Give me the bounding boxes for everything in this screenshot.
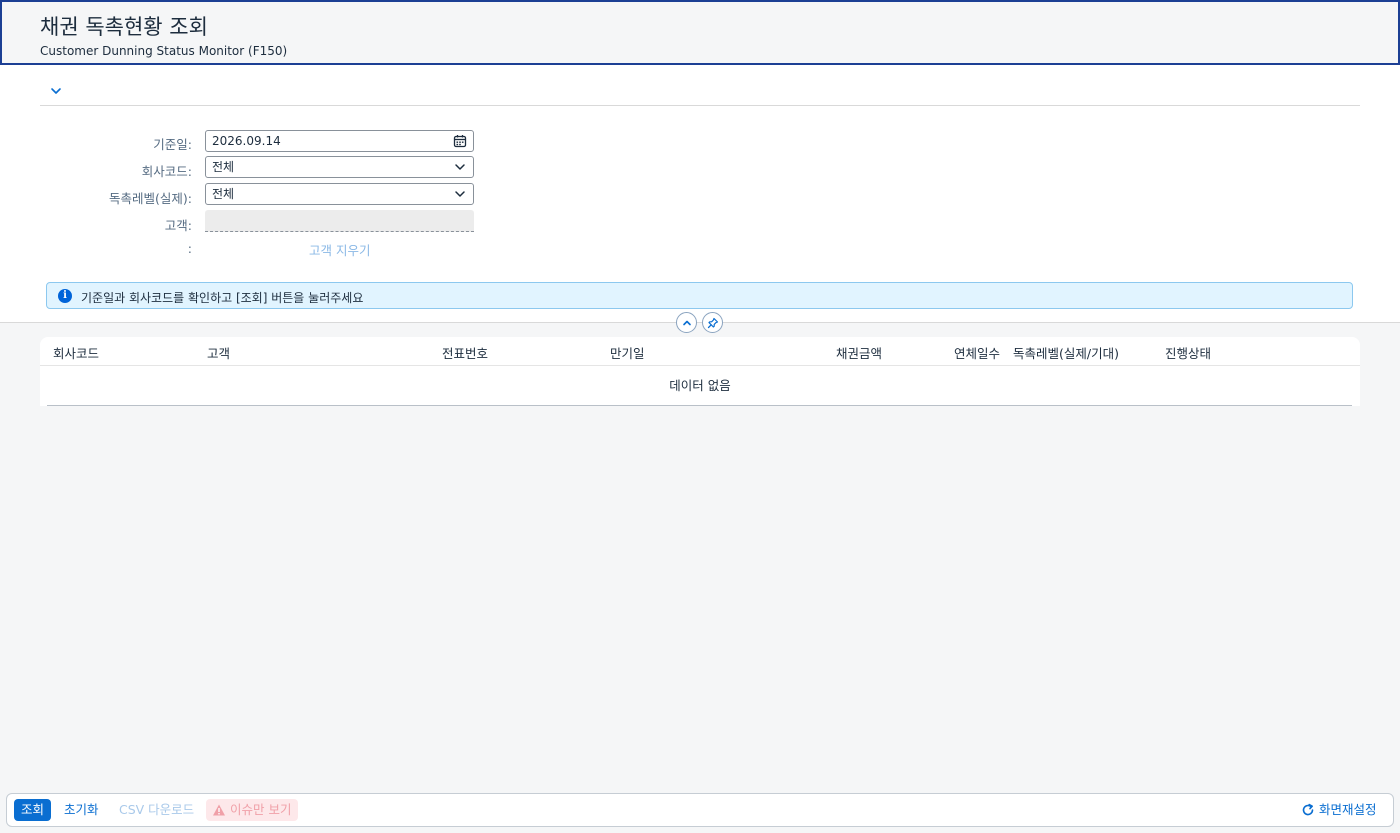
warning-icon xyxy=(213,804,225,816)
customer-extra-label: : xyxy=(187,241,192,256)
issues-only-button[interactable]: 이슈만 보기 xyxy=(206,799,299,821)
info-message-text: 기준일과 회사코드를 확인하고 [조회] 버튼을 눌러주세요 xyxy=(81,291,364,305)
footer-toolbar: 조회 초기화 CSV 다운로드 이슈만 보기 화면재설정 xyxy=(6,793,1394,827)
result-table: 회사코드 고객 전표번호 만기일 채권금액 연체일수 독촉레벨(실제/기대) 진… xyxy=(40,337,1360,406)
column-header-customer[interactable]: 고객 xyxy=(207,343,230,362)
dunning-level-select[interactable]: 전체 xyxy=(205,183,474,205)
column-header-company-code[interactable]: 회사코드 xyxy=(53,343,99,362)
issues-only-label: 이슈만 보기 xyxy=(230,802,292,817)
chevron-down-icon xyxy=(455,164,465,170)
table-header-row: 회사코드 고객 전표번호 만기일 채권금액 연체일수 독촉레벨(실제/기대) 진… xyxy=(40,337,1360,366)
base-date-input[interactable]: 2026.09.14 xyxy=(205,130,474,152)
customer-label: 고객: xyxy=(164,218,192,233)
customer-input xyxy=(205,210,474,232)
search-button[interactable]: 조회 xyxy=(14,799,52,821)
page-title: 채권 독촉현황 조회 xyxy=(40,15,208,39)
filter-divider xyxy=(40,105,1360,106)
refresh-icon xyxy=(1302,803,1314,816)
column-header-dunning-level[interactable]: 독촉레벨(실제/기대) xyxy=(1013,343,1119,362)
column-header-document-number[interactable]: 전표번호 xyxy=(442,343,488,362)
layout-reset-button[interactable]: 화면재설정 xyxy=(1297,799,1384,821)
layout-reset-label: 화면재설정 xyxy=(1319,802,1377,817)
table-empty-text: 데이터 없음 xyxy=(669,378,731,393)
csv-download-button[interactable]: CSV 다운로드 xyxy=(112,799,201,821)
clear-customer-link[interactable]: 고객 지우기 xyxy=(309,240,370,259)
table-bottom-border xyxy=(47,405,1352,406)
column-header-status[interactable]: 진행상태 xyxy=(1165,343,1211,362)
column-header-due-date[interactable]: 만기일 xyxy=(610,343,645,362)
company-code-value: 전체 xyxy=(212,160,235,174)
collapse-header-button[interactable] xyxy=(676,312,697,333)
base-date-value: 2026.09.14 xyxy=(212,134,281,148)
dunning-level-label: 독촉레벨(실제): xyxy=(109,191,192,206)
base-date-label: 기준일: xyxy=(153,137,192,152)
chevron-down-icon xyxy=(455,191,465,197)
reset-button[interactable]: 초기화 xyxy=(57,799,106,821)
company-code-select[interactable]: 전체 xyxy=(205,156,474,178)
dunning-level-value: 전체 xyxy=(212,187,235,201)
info-message-strip: i 기준일과 회사코드를 확인하고 [조회] 버튼을 눌러주세요 xyxy=(46,282,1353,309)
chevron-down-icon xyxy=(51,88,61,94)
filter-collapse-toggle[interactable] xyxy=(48,83,64,99)
page-subtitle: Customer Dunning Status Monitor (F150) xyxy=(40,44,288,58)
column-header-overdue-days[interactable]: 연체일수 xyxy=(954,343,1000,362)
chevron-up-icon xyxy=(683,320,691,326)
pin-header-button[interactable] xyxy=(702,312,723,333)
page-header: 채권 독촉현황 조회 Customer Dunning Status Monit… xyxy=(0,0,1400,65)
calendar-icon[interactable] xyxy=(453,134,467,148)
company-code-label: 회사코드: xyxy=(141,164,192,179)
column-header-receivable-amount[interactable]: 채권금액 xyxy=(836,343,882,362)
pin-icon xyxy=(707,317,719,329)
info-icon: i xyxy=(58,289,72,303)
